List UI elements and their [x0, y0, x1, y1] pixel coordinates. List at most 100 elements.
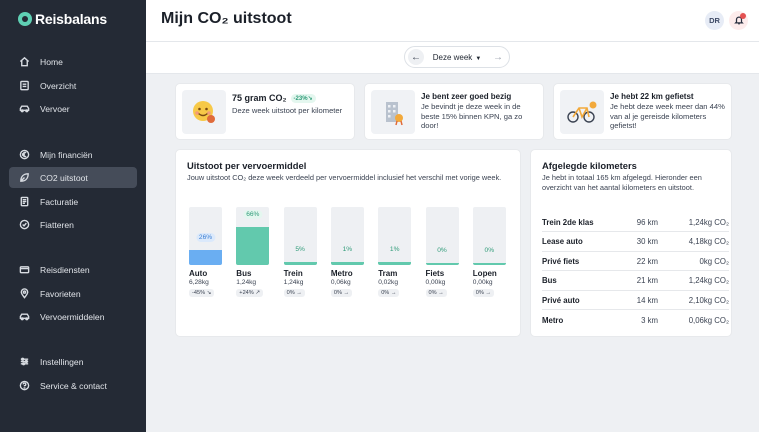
- bar-track: 5%: [283, 207, 317, 265]
- km-co2-cell: 1,24kg CO₂: [688, 276, 729, 285]
- sidebar-item-label: Mijn financiën: [40, 149, 93, 160]
- bar-category-label: Trein: [283, 269, 303, 278]
- list-icon: [18, 80, 30, 92]
- bar-auto: 26% Auto 6,28kg -45% ↘: [189, 207, 222, 297]
- bar-value-label: 5%: [295, 246, 305, 253]
- sidebar-item-label: Fiatteren: [40, 219, 74, 230]
- sidebar-item-label: Service & contact: [40, 380, 107, 391]
- sidebar-item-label: Facturatie: [40, 196, 79, 207]
- km-km-cell: 30 km: [636, 237, 658, 246]
- bar-fill: [236, 227, 270, 265]
- week-dropdown[interactable]: Deze week ▼: [433, 53, 482, 62]
- section-title: Afgelegde kilometers: [542, 160, 637, 171]
- sidebar-item-label: Reisdiensten: [40, 264, 90, 275]
- km-km-cell: 22 km: [636, 256, 658, 266]
- sidebar-item-fiatteren[interactable]: Fiatteren: [9, 214, 137, 235]
- bar-amount-label: 1,24kg: [283, 279, 304, 286]
- logo-mark-icon: [18, 12, 32, 26]
- sidebar-item-instellingen[interactable]: Instellingen: [9, 351, 137, 372]
- co2-per-km-card: 75 gram CO₂ -23%↘ Deze week uitstoot per …: [175, 83, 355, 140]
- bar-value-label: 26%: [195, 233, 216, 242]
- bar-value-label: 1%: [342, 246, 353, 253]
- bar-track: 1%: [378, 207, 412, 265]
- sidebar-item-label: Vervoer: [40, 103, 70, 114]
- pin-icon: [18, 288, 30, 300]
- bar-tram: 1% Tram 0,02kg 0% →: [378, 207, 412, 297]
- km-co2-cell: 4,18kg CO₂: [688, 237, 729, 246]
- sidebar-item-co2[interactable]: CO2 uitstoot: [9, 167, 137, 188]
- bar-lopen: 0% Lopen 0,00kg 0% →: [472, 207, 506, 297]
- bar-amount-label: 0,06kg: [330, 279, 351, 286]
- home-icon: [18, 56, 30, 68]
- sidebar-item-facturatie[interactable]: Facturatie: [9, 191, 137, 212]
- km-mode-cell: Lease auto: [542, 237, 583, 246]
- bar-fill: [330, 262, 364, 265]
- table-row: Privé auto 14 km 2,10kg CO₂: [542, 291, 729, 310]
- bar-fiets: 0% Fiets 0,00kg 0% →: [425, 207, 459, 297]
- bar-category-label: Tram: [378, 269, 398, 278]
- bar-trein: 5% Trein 1,24kg 0% →: [283, 207, 317, 297]
- prev-week-button[interactable]: ←: [408, 49, 424, 65]
- bar-track: 1%: [330, 207, 364, 265]
- bar-value-label: 66%: [243, 210, 263, 219]
- notifications-button[interactable]: [729, 11, 748, 30]
- bar-metro: 1% Metro 0,06kg 0% →: [330, 207, 364, 297]
- sidebar-item-favorieten[interactable]: Favorieten: [9, 283, 137, 304]
- bicycle-medal-icon: [567, 101, 597, 123]
- car-icon: [18, 103, 30, 115]
- km-mode-cell: Privé auto: [542, 295, 580, 305]
- sidebar-item-reisdiensten[interactable]: Reisdiensten: [9, 259, 137, 280]
- sidebar-item-label: Vervoermiddelen: [40, 311, 105, 322]
- bar-fill: [472, 263, 506, 265]
- sidebar-item-label: Overzicht: [40, 80, 77, 91]
- bar-fill: [283, 262, 317, 265]
- leaf-icon: [18, 172, 30, 184]
- bar-category-label: Metro: [330, 269, 353, 278]
- km-mode-cell: Bus: [542, 276, 557, 285]
- sidebar: Reisbalans Home Overzicht Vervoer Mijn f…: [0, 0, 146, 432]
- card-illustration: [560, 90, 604, 134]
- logo-text: Reisbalans: [35, 11, 107, 27]
- sliders-icon: [18, 356, 30, 368]
- sidebar-item-vervoer[interactable]: Vervoer: [9, 98, 137, 119]
- sidebar-item-label: Favorieten: [40, 288, 81, 299]
- bar-delta-badge: 0% →: [472, 289, 495, 297]
- info-desc: Je hebt deze week meer dan 44% van al je…: [610, 102, 725, 131]
- km-km-cell: 14 km: [636, 295, 658, 305]
- invoice-icon: [18, 196, 30, 208]
- ranking-card: Je bent zeer goed bezig Je bevindt je de…: [364, 83, 544, 140]
- section-subtitle: Je hebt in totaal 165 km afgelegd. Hiero…: [542, 173, 702, 192]
- bar-delta-badge: 0% →: [378, 289, 400, 297]
- kilometers-card: Afgelegde kilometers Je hebt in totaal 1…: [530, 149, 732, 337]
- section-title: Uitstoot per vervoermiddel: [187, 160, 307, 171]
- bar-fill: [378, 262, 412, 265]
- sidebar-item-vervoermiddelen[interactable]: Vervoermiddelen: [9, 306, 137, 327]
- bar-track: 0%: [472, 207, 506, 265]
- bar-amount-label: 0,00kg: [425, 279, 446, 286]
- logo[interactable]: Reisbalans: [18, 11, 107, 27]
- bar-delta-badge: +24% ↗: [236, 289, 264, 297]
- table-row: Trein 2de klas 96 km 1,24kg CO₂: [542, 213, 729, 232]
- sidebar-item-home[interactable]: Home: [9, 51, 137, 72]
- bar-category-label: Lopen: [472, 269, 497, 278]
- sidebar-item-label: Home: [40, 56, 63, 67]
- sidebar-item-overzicht[interactable]: Overzicht: [9, 75, 137, 96]
- km-co2-cell: 0,06kg CO₂: [688, 315, 729, 325]
- card-illustration: [182, 90, 226, 134]
- sidebar-item-label: CO2 uitstoot: [40, 172, 88, 183]
- bar-category-label: Bus: [236, 269, 252, 278]
- bar-value-label: 0%: [484, 247, 495, 254]
- avatar[interactable]: DR: [705, 11, 724, 30]
- caret-down-icon: ▼: [475, 55, 482, 62]
- info-title: 75 gram CO₂ -23%↘: [232, 93, 316, 104]
- change-badge: -23%↘: [290, 94, 316, 104]
- notification-dot: [740, 13, 746, 19]
- sidebar-item-service[interactable]: Service & contact: [9, 375, 137, 396]
- bar-delta-badge: 0% →: [330, 289, 353, 297]
- bar-value-label: 1%: [389, 246, 400, 253]
- arrow-right-icon: →: [493, 51, 503, 63]
- sidebar-item-financien[interactable]: Mijn financiën: [9, 144, 137, 165]
- table-row: Privé fiets 22 km 0kg CO₂: [542, 252, 729, 271]
- next-week-button[interactable]: →: [490, 49, 506, 65]
- bar-category-label: Auto: [189, 269, 208, 278]
